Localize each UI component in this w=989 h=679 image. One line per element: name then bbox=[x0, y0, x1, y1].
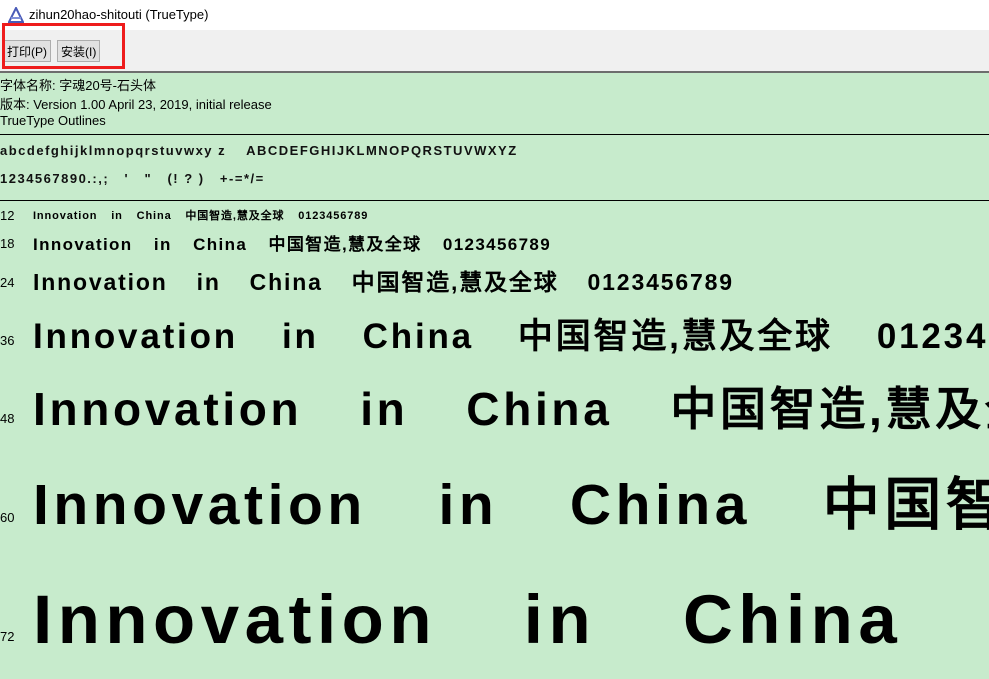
size-label: 36 bbox=[0, 333, 15, 348]
sample-line-24: Innovation in China 中国智造,慧及全球 0123456789 bbox=[33, 269, 734, 295]
size-label: 48 bbox=[0, 411, 15, 426]
sample-line-72: Innovation in China 中国智造,慧及全球 0123456789 bbox=[33, 581, 989, 658]
font-viewer-app-icon bbox=[8, 7, 24, 23]
size-label: 12 bbox=[0, 208, 15, 223]
sample-line-48: Innovation in China 中国智造,慧及全球 0123456789 bbox=[33, 383, 989, 435]
size-label: 24 bbox=[0, 275, 15, 290]
size-label: 72 bbox=[0, 629, 15, 644]
size-label: 18 bbox=[0, 236, 15, 251]
sample-line-18: Innovation in China 中国智造,慧及全球 0123456789 bbox=[33, 235, 552, 254]
divider bbox=[0, 134, 989, 135]
divider bbox=[0, 200, 989, 201]
sample-line-60: Innovation in China 中国智造,慧及全球 0123456789 bbox=[33, 473, 989, 537]
sample-line-12: Innovation in China 中国智造,慧及全球 0123456789 bbox=[33, 210, 369, 222]
charset-letters: abcdefghijklmnopqrstuvwxy z ABCDEFGHIJKL… bbox=[0, 143, 518, 158]
charset-digits-symbols: 1234567890.:,; ' " (! ? ) +-=*/= bbox=[0, 171, 265, 186]
sample-line-36: Innovation in China 中国智造,慧及全球 0123456789 bbox=[33, 317, 989, 356]
highlight-box bbox=[2, 23, 125, 69]
version-info: 版本: Version 1.00 April 23, 2019, initial… bbox=[0, 97, 272, 112]
toolbar bbox=[0, 30, 989, 73]
font-preview-area: 字体名称: 字魂20号-石头体 版本: Version 1.00 April 2… bbox=[0, 73, 989, 679]
size-label: 60 bbox=[0, 510, 15, 525]
font-name-info: 字体名称: 字魂20号-石头体 bbox=[0, 78, 157, 93]
title-bar: zihun20hao-shitouti (TrueType) bbox=[0, 0, 989, 30]
window-title: zihun20hao-shitouti (TrueType) bbox=[29, 7, 209, 22]
font-type-info: TrueType Outlines bbox=[0, 113, 106, 128]
